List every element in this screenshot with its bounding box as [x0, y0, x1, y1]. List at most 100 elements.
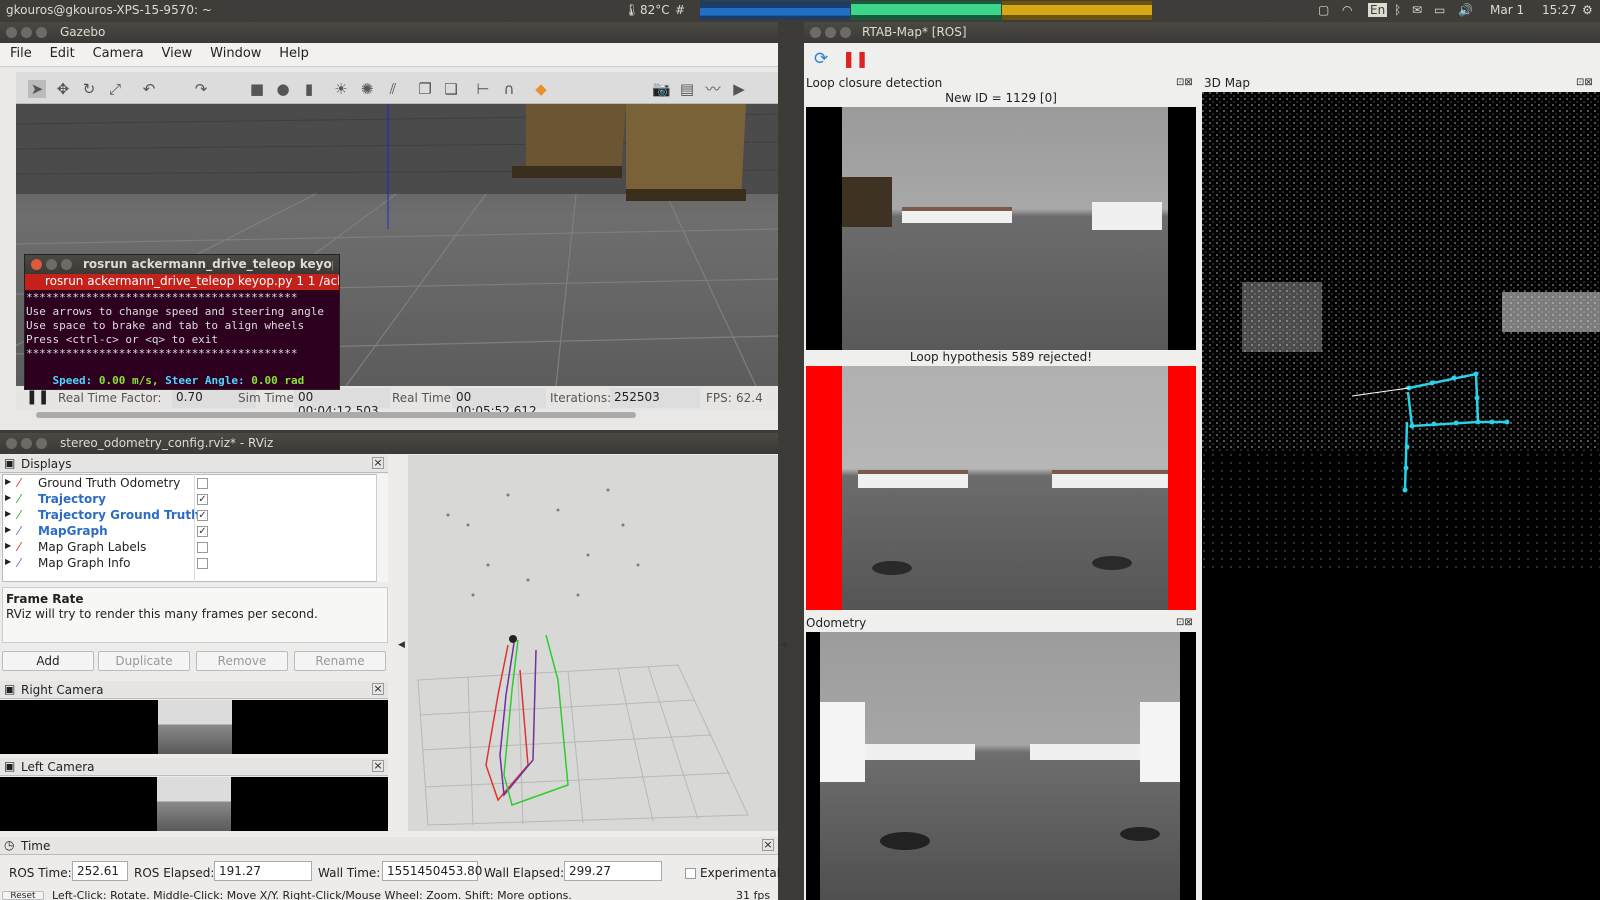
close-icon[interactable]: ⊡⊠ [1176, 617, 1193, 628]
displays-scrollbar[interactable] [376, 474, 388, 582]
minimize-icon[interactable] [46, 259, 57, 270]
remove-button[interactable]: Remove [196, 651, 288, 671]
translate-mode-icon[interactable]: ✥ [54, 80, 72, 98]
bluetooth-icon[interactable]: ᛒ [1394, 3, 1401, 17]
3d-map-view[interactable] [1202, 92, 1600, 900]
menu-help[interactable]: Help [279, 46, 309, 61]
maximize-icon[interactable] [840, 27, 851, 38]
display-item[interactable]: ▶ ⁄ Map Graph Info [2, 556, 374, 572]
box-shape-icon[interactable]: ■ [248, 80, 266, 98]
close-icon[interactable]: ⊡⊠ [1576, 77, 1593, 88]
copy-icon[interactable]: ❐ [416, 80, 434, 98]
dropbox-icon[interactable]: ▢ [1318, 3, 1329, 17]
minimize-icon[interactable] [21, 27, 32, 38]
display-item[interactable]: ▶ ⁄ Ground Truth Odometry [2, 476, 374, 492]
close-icon[interactable]: ⊡⊠ [1176, 77, 1193, 88]
gazebo-hscrollbar[interactable] [36, 412, 636, 418]
expand-arrow-icon[interactable]: ▶ [5, 525, 11, 534]
battery-icon[interactable]: ▭ [1434, 3, 1445, 17]
undo-icon[interactable]: ↶ [140, 80, 158, 98]
close-icon[interactable] [6, 27, 17, 38]
menu-window[interactable]: Window [210, 46, 261, 61]
minimize-icon[interactable] [21, 438, 32, 449]
view-angle-icon[interactable]: ◆ [532, 80, 550, 98]
terminal-titlebar[interactable]: rosrun ackermann_drive_teleop keyop.py [25, 255, 339, 274]
terminal-window[interactable]: rosrun ackermann_drive_teleop keyop.py r… [24, 254, 340, 390]
display-enabled-checkbox[interactable]: ✓ [197, 510, 208, 521]
close-icon[interactable]: × [372, 457, 384, 469]
display-enabled-checkbox[interactable] [197, 542, 208, 553]
video-record-icon[interactable]: ▶ [730, 80, 748, 98]
menu-view[interactable]: View [161, 46, 192, 61]
close-icon[interactable] [6, 438, 17, 449]
directional-light-icon[interactable]: ⫽ [384, 80, 402, 98]
expand-arrow-icon[interactable]: ▶ [5, 557, 11, 566]
wall-elapsed-field[interactable]: 299.27 [564, 861, 662, 881]
paste-icon[interactable]: ❏ [442, 80, 460, 98]
mail-icon[interactable]: ✉ [1412, 3, 1422, 17]
close-icon[interactable] [31, 259, 42, 270]
align-icon[interactable]: ⊢ [474, 80, 492, 98]
cylinder-shape-icon[interactable]: ▮ [300, 80, 318, 98]
maximize-icon[interactable] [61, 259, 72, 270]
gazebo-titlebar[interactable]: Gazebo [0, 22, 778, 43]
display-item[interactable]: ▶ ⁄ Trajectory ✓ [2, 492, 374, 508]
display-enabled-checkbox[interactable]: ✓ [197, 494, 208, 505]
collapse-right-icon[interactable]: ◀ [780, 640, 787, 650]
menu-file[interactable]: File [10, 46, 32, 61]
clock-display[interactable]: 15:27 [1542, 3, 1577, 17]
rviz-titlebar[interactable]: stereo_odometry_config.rviz* - RViz [0, 433, 778, 454]
reset-button[interactable]: Reset [2, 891, 44, 900]
display-enabled-checkbox[interactable] [197, 558, 208, 569]
snap-icon[interactable]: ∩ [500, 80, 518, 98]
menu-edit[interactable]: Edit [50, 46, 75, 61]
display-enabled-checkbox[interactable] [197, 478, 208, 489]
memory-graph[interactable] [851, 1, 1001, 20]
add-button[interactable]: Add [2, 651, 94, 671]
expand-arrow-icon[interactable]: ▶ [5, 477, 11, 486]
scale-mode-icon[interactable]: ⤢ [106, 80, 124, 98]
gear-icon[interactable]: ⚙ [1582, 3, 1593, 17]
select-mode-icon[interactable]: ➤ [28, 80, 46, 98]
cpu-graph[interactable] [700, 1, 850, 20]
pause-icon[interactable]: ❚❚ [842, 49, 869, 68]
close-icon[interactable]: × [372, 760, 384, 772]
spot-light-icon[interactable]: ✺ [358, 80, 376, 98]
expand-arrow-icon[interactable]: ▶ [5, 509, 11, 518]
close-icon[interactable] [810, 27, 821, 38]
experimental-checkbox[interactable] [685, 868, 696, 879]
close-icon[interactable]: × [762, 839, 774, 851]
rtabmap-titlebar[interactable]: RTAB-Map* [ROS] [804, 22, 1600, 43]
rotate-mode-icon[interactable]: ↻ [80, 80, 98, 98]
maximize-icon[interactable] [36, 27, 47, 38]
menu-camera[interactable]: Camera [93, 46, 144, 61]
ros-time-field[interactable]: 252.61 [72, 861, 128, 881]
volume-icon[interactable]: 🔊 [1458, 3, 1473, 17]
rename-button[interactable]: Rename [294, 651, 386, 671]
collapse-left-icon[interactable]: ◀ [398, 640, 405, 650]
point-light-icon[interactable]: ☀ [332, 80, 350, 98]
sphere-shape-icon[interactable]: ● [274, 80, 292, 98]
display-item[interactable]: ▶ ⁄ Map Graph Labels [2, 540, 374, 556]
ros-elapsed-field[interactable]: 191.27 [214, 861, 312, 881]
minimize-icon[interactable] [825, 27, 836, 38]
display-item[interactable]: ▶ ⁄ MapGraph ✓ [2, 524, 374, 540]
wifi-icon[interactable]: ◠ [1342, 3, 1352, 17]
keyboard-language[interactable]: En [1368, 3, 1388, 17]
redo-icon[interactable]: ↷ [192, 80, 210, 98]
rviz-3d-view[interactable] [408, 455, 778, 831]
display-enabled-checkbox[interactable]: ✓ [197, 526, 208, 537]
screenshot-icon[interactable]: 📷 [652, 80, 671, 98]
log-icon[interactable]: ▤ [678, 80, 696, 98]
expand-arrow-icon[interactable]: ▶ [5, 541, 11, 550]
plot-icon[interactable]: 〰 [704, 80, 722, 98]
slack-icon[interactable]: # [675, 3, 685, 17]
display-item[interactable]: ▶ ⁄ Trajectory Ground Truth ✓ [2, 508, 374, 524]
terminal-tab[interactable]: rosrun ackermann_drive_teleop keyop.py 1… [25, 274, 339, 290]
network-graph[interactable] [1002, 1, 1152, 20]
expand-arrow-icon[interactable]: ▶ [5, 493, 11, 502]
wall-time-field[interactable]: 1551450453.80 [382, 861, 482, 881]
maximize-icon[interactable] [36, 438, 47, 449]
duplicate-button[interactable]: Duplicate [98, 651, 190, 671]
refresh-icon[interactable]: ⟳ [814, 49, 828, 69]
